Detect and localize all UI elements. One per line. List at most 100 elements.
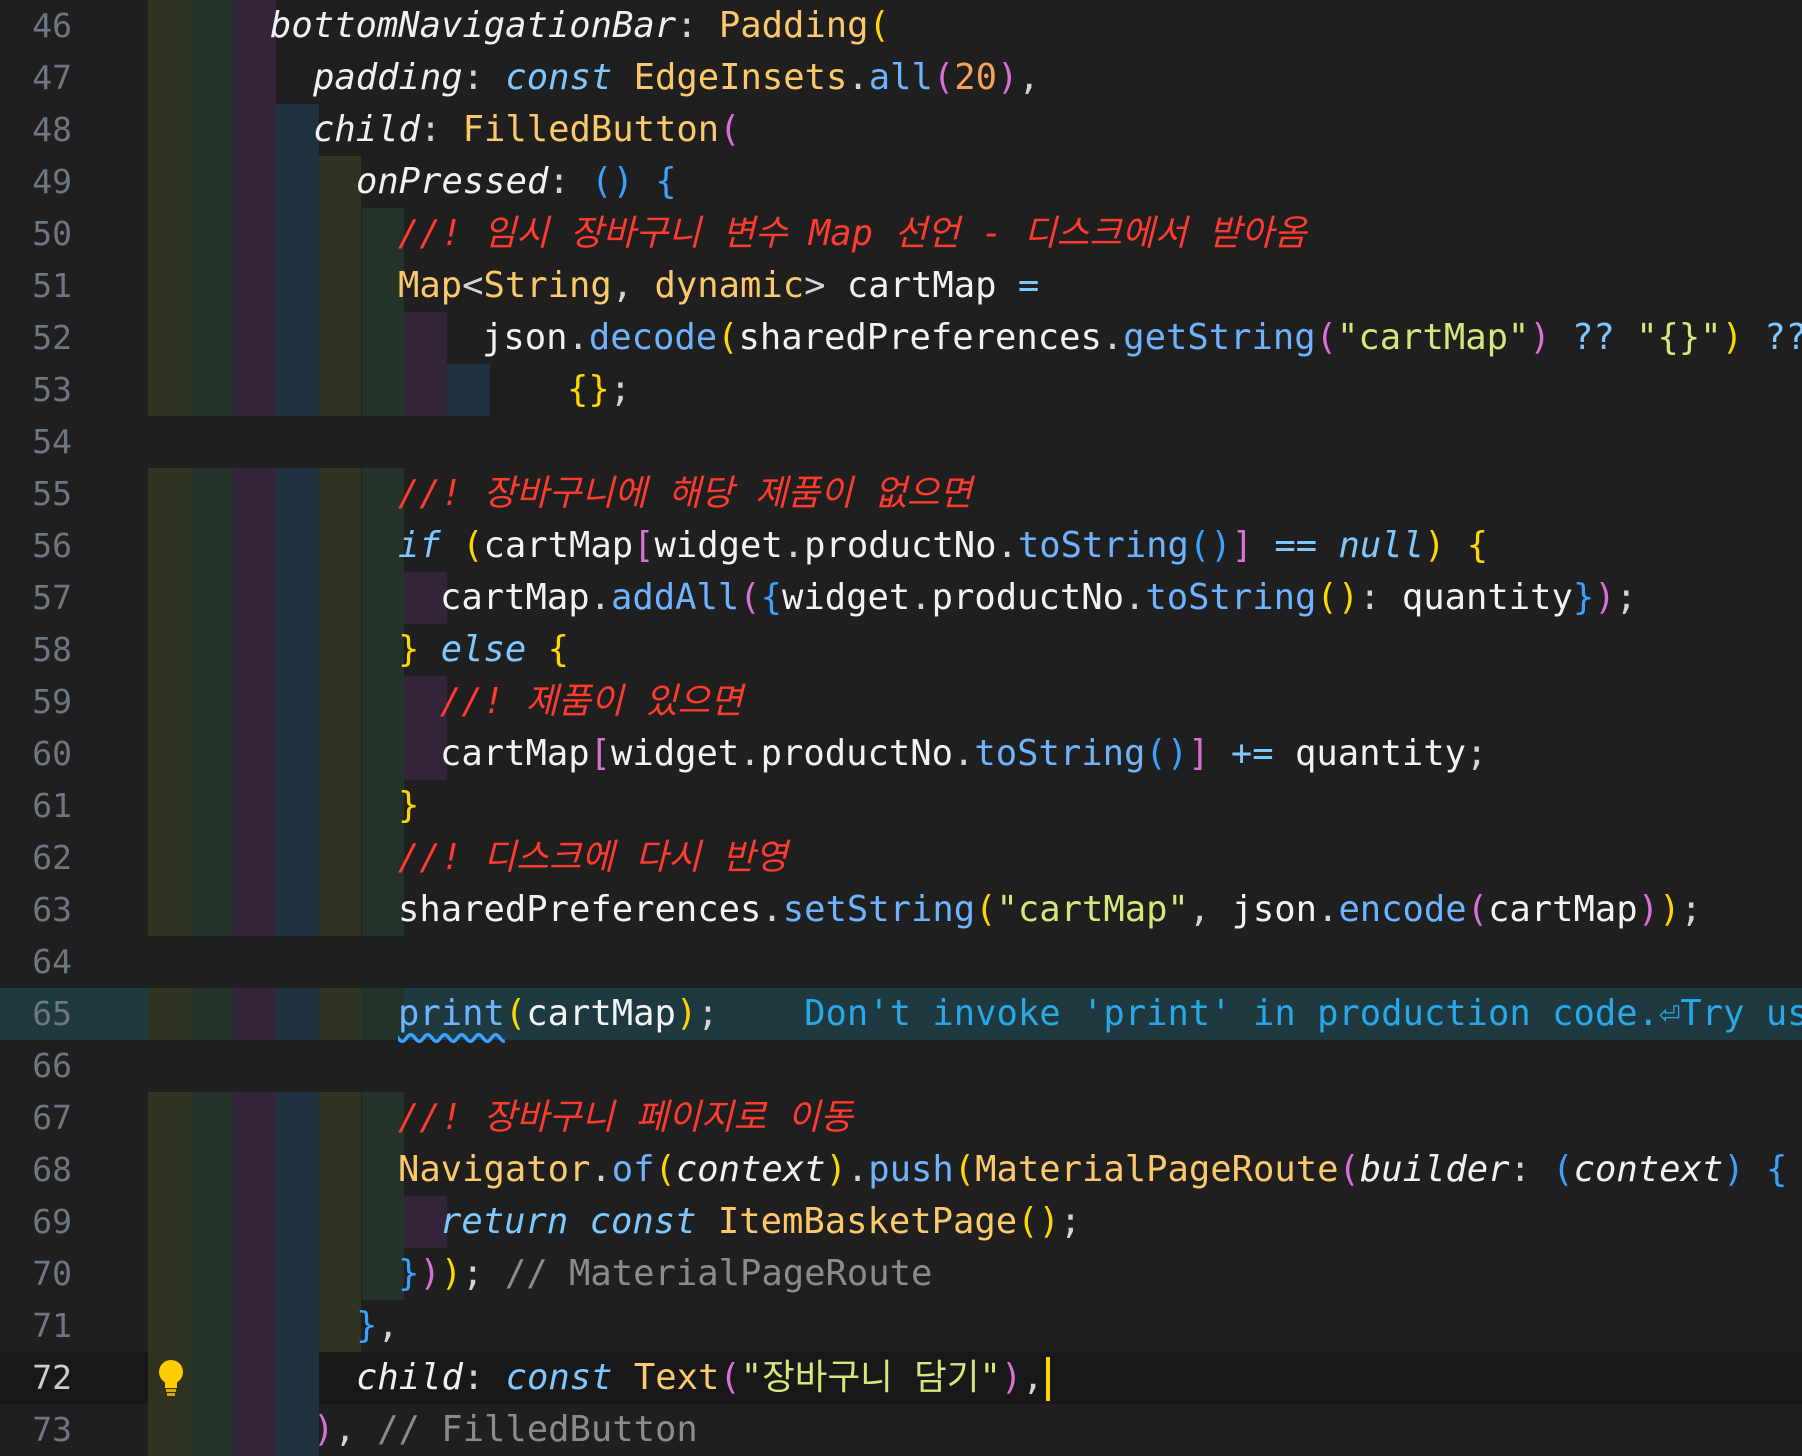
indent-guide [190, 104, 234, 156]
code-text[interactable]: sharedPreferences.setString("cartMap", j… [398, 884, 1702, 936]
code-line[interactable]: 65 print(cartMap); Don't invoke 'print' i… [0, 988, 1802, 1040]
code-line[interactable]: 67 //! 장바구니 페이지로 이동 [0, 1092, 1802, 1144]
code-line[interactable]: 55 //! 장바구니에 해당 제품이 없으면 [0, 468, 1802, 520]
indent-guide [318, 468, 362, 520]
code-line[interactable]: 71}, [0, 1300, 1802, 1352]
code-text[interactable]: } [398, 780, 419, 832]
code-text[interactable]: } else { [398, 624, 569, 676]
code-text[interactable]: Map<String, dynamic> cartMap = [398, 260, 1039, 312]
code-text[interactable]: {}; [567, 364, 631, 416]
code-line[interactable]: 48 child: FilledButton( [0, 104, 1802, 156]
line-number: 62 [32, 838, 72, 877]
indent-guide [148, 832, 191, 884]
code-text[interactable]: }, [356, 1300, 399, 1352]
code-line[interactable]: 60 cartMap[widget.productNo.toString()] +… [0, 728, 1802, 780]
code-token: "cartMap" [996, 889, 1189, 930]
code-line[interactable]: 51 Map<String, dynamic> cartMap = [0, 260, 1802, 312]
indent-guide [233, 780, 277, 832]
code-token: ) [675, 993, 698, 1034]
code-line[interactable]: 49 onPressed: () { [0, 156, 1802, 208]
indent-guide [276, 156, 319, 208]
code-text[interactable]: bottomNavigationBar: Padding( [270, 0, 890, 52]
code-token: , [377, 1305, 399, 1346]
code-text[interactable]: child: const Text("장바구니 담기"), [356, 1352, 1050, 1404]
indent-guide [233, 1144, 277, 1196]
code-text[interactable]: onPressed: () { [356, 156, 677, 208]
code-text[interactable]: print(cartMap); Don't invoke 'print' in … [398, 988, 1802, 1040]
code-token: . [996, 525, 1018, 566]
indent-guide [361, 312, 405, 364]
indent-guide [276, 208, 319, 260]
code-text[interactable]: //! 디스크에 다시 반영 [398, 832, 788, 884]
code-token: ) [313, 1409, 335, 1450]
indent-guide [318, 572, 362, 624]
code-line[interactable]: 64 [0, 936, 1802, 988]
code-line[interactable]: 46 bottomNavigationBar: Padding( [0, 0, 1802, 52]
code-token: push [868, 1149, 954, 1190]
code-token: Map [398, 265, 463, 306]
code-line[interactable]: 47 padding: const EdgeInsets.all(20), [0, 52, 1802, 104]
code-text[interactable]: //! 장바구니에 해당 제품이 없으면 [398, 468, 972, 520]
code-text[interactable]: //! 장바구니 페이지로 이동 [398, 1092, 853, 1144]
indent-guide [446, 364, 490, 416]
indent-guide [148, 1092, 191, 1144]
code-text[interactable]: return const ItemBasketPage(); [440, 1196, 1081, 1248]
indent-guide [190, 312, 234, 364]
code-editor[interactable]: 46 bottomNavigationBar: Padding( 47 padding… [0, 0, 1802, 1456]
code-text[interactable]: })); // MaterialPageRoute [398, 1248, 932, 1300]
code-line[interactable]: 63 sharedPreferences.setString("cartMap",… [0, 884, 1802, 936]
code-line[interactable]: 69 return const ItemBasketPage(); [0, 1196, 1802, 1248]
code-token: > [804, 265, 847, 306]
code-token: . [846, 1149, 869, 1190]
code-line[interactable]: 56 if (cartMap[widget.productNo.toString(… [0, 520, 1802, 572]
code-token: ; [697, 993, 719, 1034]
code-text[interactable]: cartMap.addAll({widget.productNo.toStrin… [440, 572, 1637, 624]
code-line[interactable]: 61} [0, 780, 1802, 832]
code-token: "cartMap" [1336, 317, 1530, 358]
code-line[interactable]: 62 //! 디스크에 다시 반영 [0, 832, 1802, 884]
code-text[interactable]: json.decode(sharedPreferences.getString(… [482, 312, 1802, 364]
indent-guide [404, 312, 447, 364]
code-text[interactable]: //! 제품이 있으면 [440, 676, 743, 728]
code-token: ; [1059, 1201, 1082, 1242]
code-line[interactable]: 50 //! 임시 장바구니 변수 Map 선언 - 디스크에서 받아옴 [0, 208, 1802, 260]
indent-guide [276, 520, 319, 572]
code-line[interactable]: 53 {}; [0, 364, 1802, 416]
code-token: < [462, 265, 484, 306]
code-line[interactable]: 70})); // MaterialPageRoute [0, 1248, 1802, 1300]
code-token: : [676, 5, 719, 46]
code-text[interactable]: Navigator.of(context).push(MaterialPageR… [398, 1144, 1787, 1196]
indent-guide [148, 312, 191, 364]
code-token: += [1209, 733, 1295, 774]
code-line[interactable]: 58} else { [0, 624, 1802, 676]
code-text[interactable]: padding: const EdgeInsets.all(20), [313, 52, 1040, 104]
code-text[interactable]: if (cartMap[widget.productNo.toString()]… [398, 520, 1488, 572]
code-line[interactable]: 59 //! 제품이 있으면 [0, 676, 1802, 728]
code-text[interactable]: ), // FilledButton [313, 1404, 698, 1456]
line-number: 47 [32, 58, 72, 97]
code-token: ( [462, 525, 484, 566]
code-text[interactable]: //! 임시 장바구니 변수 Map 선언 - 디스크에서 받아옴 [398, 208, 1306, 260]
indent-guide [233, 468, 277, 520]
code-token: const [505, 1357, 634, 1398]
indent-guide [233, 1300, 277, 1352]
indent-guide [318, 728, 362, 780]
code-token: : [419, 109, 463, 150]
lightbulb-icon[interactable] [156, 1358, 186, 1398]
code-token: . [1101, 317, 1124, 358]
indent-guide [190, 1404, 234, 1456]
code-text[interactable]: cartMap[widget.productNo.toString()] += … [440, 728, 1487, 780]
code-line[interactable]: 72 child: const Text("장바구니 담기"), [0, 1352, 1802, 1404]
code-token: } [1572, 577, 1595, 618]
code-line[interactable]: 73), // FilledButton [0, 1404, 1802, 1456]
indent-guide [233, 1248, 277, 1300]
indent-guide [276, 468, 319, 520]
code-line[interactable]: 52 json.decode(sharedPreferences.getStrin… [0, 312, 1802, 364]
code-line[interactable]: 54 [0, 416, 1802, 468]
code-line[interactable]: 66 [0, 1040, 1802, 1092]
line-number: 68 [32, 1150, 72, 1189]
code-line[interactable]: 68 Navigator.of(context).push(MaterialPag… [0, 1144, 1802, 1196]
code-line[interactable]: 57 cartMap.addAll({widget.productNo.toStr… [0, 572, 1802, 624]
code-text[interactable]: child: FilledButton( [313, 104, 740, 156]
